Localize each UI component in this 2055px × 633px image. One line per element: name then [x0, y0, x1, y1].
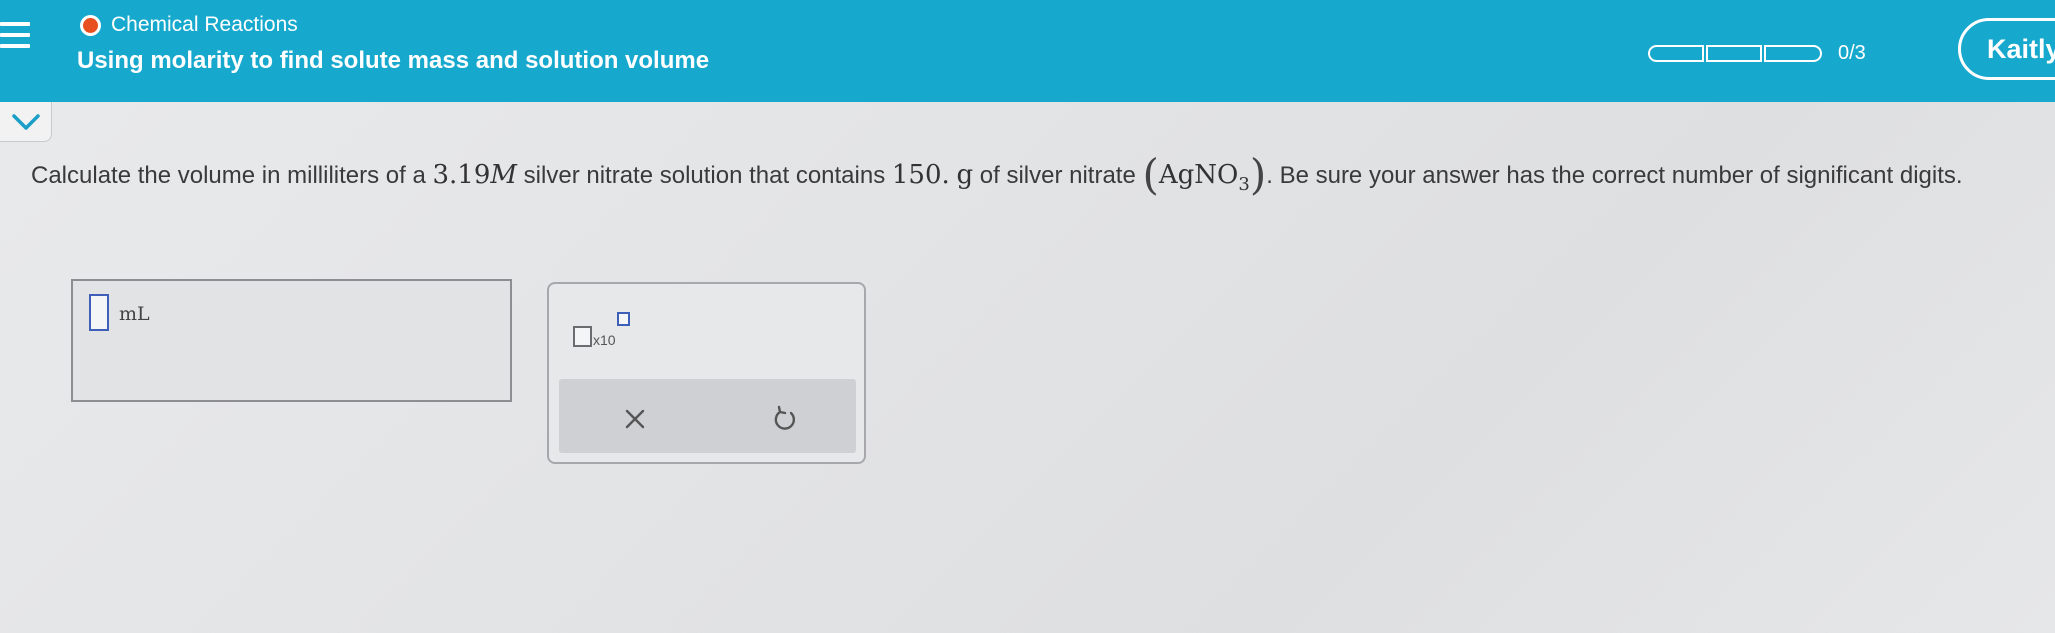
- mass-unit: g: [956, 160, 974, 190]
- progress-segment: [1706, 45, 1762, 62]
- molarity-value: 3.19M: [433, 160, 518, 190]
- formula-close-paren: ): [1249, 150, 1267, 199]
- math-tools-panel: x10: [547, 282, 866, 464]
- molarity-unit: M: [490, 160, 518, 190]
- x10-label: x10: [593, 332, 616, 348]
- question-text-part: silver nitrate solution that contains: [517, 162, 892, 189]
- formula-main: AgNO: [1158, 160, 1239, 190]
- undo-button[interactable]: [770, 404, 800, 434]
- progress-count: 0/3: [1838, 42, 1866, 64]
- scientific-notation-button[interactable]: x10: [573, 311, 633, 351]
- answer-unit: mL: [119, 303, 150, 325]
- user-menu-button[interactable]: Kaitly: [1958, 18, 2055, 80]
- formula-open-paren: (: [1142, 150, 1159, 199]
- chemical-formula: AgNO3: [1158, 160, 1250, 195]
- close-icon: [625, 409, 645, 429]
- chevron-down-icon: [12, 114, 40, 130]
- clear-button[interactable]: [620, 404, 650, 434]
- question-text-part: Calculate the volume in milliliters of a: [31, 162, 433, 189]
- base-box-icon: [573, 326, 592, 347]
- collapse-toggle[interactable]: [0, 102, 52, 142]
- progress-segment: [1648, 45, 1704, 62]
- answer-input[interactable]: [89, 294, 109, 331]
- menu-icon[interactable]: [0, 22, 32, 56]
- lesson-title: Using molarity to find solute mass and s…: [77, 47, 710, 74]
- topic-label: Chemical Reactions: [111, 13, 298, 36]
- topic-status-dot-icon: [80, 14, 101, 36]
- tool-actions-bar: [559, 379, 856, 453]
- formula-subscript: 3: [1238, 174, 1250, 195]
- header-bar: Chemical Reactions Using molarity to fin…: [0, 0, 2055, 102]
- molarity-number: 3.19: [432, 160, 491, 190]
- question-text-part: of silver nitrate: [973, 162, 1143, 189]
- answer-area: mL: [71, 279, 512, 402]
- progress-indicator: 0/3: [1648, 42, 1866, 65]
- question-text: Calculate the volume in milliliters of a…: [31, 154, 2031, 205]
- exponent-box-icon: [617, 312, 630, 326]
- mass-value: 150.: [891, 160, 950, 190]
- progress-segment: [1764, 45, 1822, 62]
- undo-icon: [774, 405, 796, 430]
- topic-row: Chemical Reactions: [80, 13, 298, 37]
- question-text-part: . Be sure your answer has the correct nu…: [1266, 162, 1963, 189]
